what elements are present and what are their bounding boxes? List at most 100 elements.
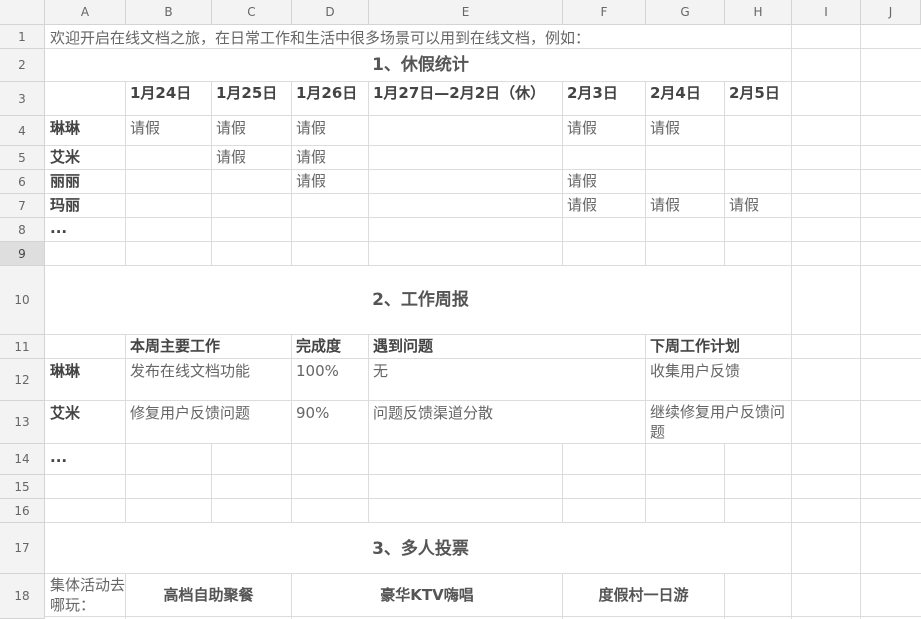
- gridline: [291, 444, 292, 523]
- date-header[interactable]: 1月27日—2月2日（休）: [368, 83, 545, 105]
- vote-option[interactable]: 豪华KTV嗨唱: [291, 585, 563, 605]
- weekly-section-title[interactable]: 2、工作周报: [45, 290, 791, 312]
- row-header-11[interactable]: 11: [0, 335, 45, 359]
- row-header-16[interactable]: 16: [0, 499, 45, 523]
- leave-mark[interactable]: 请假: [211, 147, 246, 167]
- row-header-13[interactable]: 13: [0, 401, 45, 444]
- leave-mark[interactable]: 请假: [125, 118, 160, 138]
- gridline: [368, 444, 369, 523]
- issues-header[interactable]: 遇到问题: [368, 336, 433, 356]
- gridline: [45, 474, 921, 475]
- column-header-g[interactable]: G: [646, 0, 725, 25]
- row-header-1[interactable]: 1: [0, 25, 45, 49]
- gridline: [45, 400, 921, 401]
- intro-text[interactable]: 欢迎开启在线文档之旅，在日常工作和生活中很多场景可以用到在线文档，例如：: [45, 28, 590, 48]
- row-header-7[interactable]: 7: [0, 194, 45, 218]
- column-header-a[interactable]: A: [45, 0, 126, 25]
- employee-name[interactable]: 玛丽: [45, 195, 80, 215]
- row-header-12[interactable]: 12: [0, 359, 45, 401]
- report-progress[interactable]: 90%: [291, 403, 329, 423]
- row-header-10[interactable]: 10: [0, 266, 45, 335]
- report-issue[interactable]: 无: [368, 361, 388, 381]
- gridline: [45, 522, 921, 523]
- column-header-e[interactable]: E: [369, 0, 563, 25]
- report-progress[interactable]: 100%: [291, 361, 339, 381]
- leave-mark[interactable]: 请假: [291, 171, 326, 191]
- leave-mark[interactable]: 请假: [291, 147, 326, 167]
- employee-name[interactable]: 艾米: [45, 147, 80, 167]
- vacation-section-title[interactable]: 1、休假统计: [45, 55, 791, 77]
- gridline: [645, 82, 646, 266]
- row-header-18[interactable]: 18: [0, 574, 45, 619]
- gridline: [45, 193, 921, 194]
- vote-option[interactable]: 度假村一日游: [562, 585, 725, 605]
- column-header-i[interactable]: I: [792, 0, 861, 25]
- row-header-4[interactable]: 4: [0, 116, 45, 146]
- leave-mark[interactable]: 请假: [724, 195, 759, 215]
- row-header-3[interactable]: 3: [0, 82, 45, 116]
- vote-question[interactable]: 集体活动去哪玩：: [45, 575, 125, 615]
- gridline: [45, 573, 921, 574]
- date-header[interactable]: 2月4日: [645, 83, 701, 105]
- gridline: [724, 82, 725, 266]
- row-header-15[interactable]: 15: [0, 475, 45, 499]
- gridline: [211, 82, 212, 266]
- report-issue[interactable]: 问题反馈渠道分散: [368, 403, 493, 423]
- column-header-f[interactable]: F: [563, 0, 646, 25]
- select-all-corner[interactable]: [0, 0, 45, 25]
- row-header-8[interactable]: 8: [0, 218, 45, 242]
- row-header-5[interactable]: 5: [0, 146, 45, 170]
- gridline: [860, 25, 861, 619]
- report-work[interactable]: 发布在线文档功能: [125, 361, 250, 381]
- date-header[interactable]: 2月3日: [562, 83, 618, 105]
- progress-header[interactable]: 完成度: [291, 336, 341, 356]
- row-header-9[interactable]: 9: [0, 242, 45, 266]
- row-header-14[interactable]: 14: [0, 444, 45, 475]
- next-plan-header[interactable]: 下周工作计划: [645, 336, 740, 356]
- leave-mark[interactable]: 请假: [645, 195, 680, 215]
- gridline: [45, 169, 921, 170]
- gridline: [45, 616, 921, 617]
- gridline: [45, 81, 921, 82]
- column-header-h[interactable]: H: [725, 0, 792, 25]
- vote-option[interactable]: 高档自助聚餐: [125, 585, 292, 605]
- column-header-j[interactable]: J: [861, 0, 921, 25]
- main-work-header[interactable]: 本周主要工作: [125, 336, 220, 356]
- gridline: [791, 25, 792, 619]
- gridline: [45, 241, 921, 242]
- gridline: [45, 443, 921, 444]
- leave-mark[interactable]: 请假: [562, 195, 597, 215]
- date-header[interactable]: 1月26日: [291, 83, 357, 105]
- leave-mark[interactable]: 请假: [562, 171, 597, 191]
- report-work[interactable]: 修复用户反馈问题: [125, 403, 250, 423]
- leave-mark[interactable]: 请假: [211, 118, 246, 138]
- gridline: [45, 115, 921, 116]
- report-name[interactable]: 琳琳: [45, 361, 80, 381]
- gridline: [45, 358, 921, 359]
- leave-mark[interactable]: 请假: [645, 118, 680, 138]
- employee-name[interactable]: 琳琳: [45, 118, 80, 138]
- column-header-b[interactable]: B: [126, 0, 212, 25]
- gridline: [45, 217, 921, 218]
- employee-name[interactable]: 丽丽: [45, 171, 80, 191]
- column-header-d[interactable]: D: [292, 0, 369, 25]
- report-plan[interactable]: 继续修复用户反馈问题: [645, 402, 791, 442]
- vote-section-title[interactable]: 3、多人投票: [45, 539, 791, 561]
- report-name[interactable]: 艾米: [45, 403, 80, 423]
- gridline: [724, 444, 725, 523]
- gridline: [125, 82, 126, 266]
- row-header-6[interactable]: 6: [0, 170, 45, 194]
- leave-mark[interactable]: 请假: [562, 118, 597, 138]
- report-plan[interactable]: 收集用户反馈: [645, 361, 740, 381]
- row-header-17[interactable]: 17: [0, 523, 45, 574]
- date-header[interactable]: 1月24日: [125, 83, 191, 105]
- row-header-2[interactable]: 2: [0, 49, 45, 82]
- date-header[interactable]: 2月5日: [724, 83, 780, 105]
- date-header[interactable]: 1月25日: [211, 83, 277, 105]
- column-header-c[interactable]: C: [212, 0, 292, 25]
- more-names[interactable]: ...: [45, 218, 67, 238]
- gridline: [562, 444, 563, 523]
- more-reports[interactable]: ...: [45, 447, 67, 467]
- spreadsheet-grid: A B C D E F G H I J 1 2 3 4 5 6 7 8 9 10…: [0, 0, 921, 619]
- leave-mark[interactable]: 请假: [291, 118, 326, 138]
